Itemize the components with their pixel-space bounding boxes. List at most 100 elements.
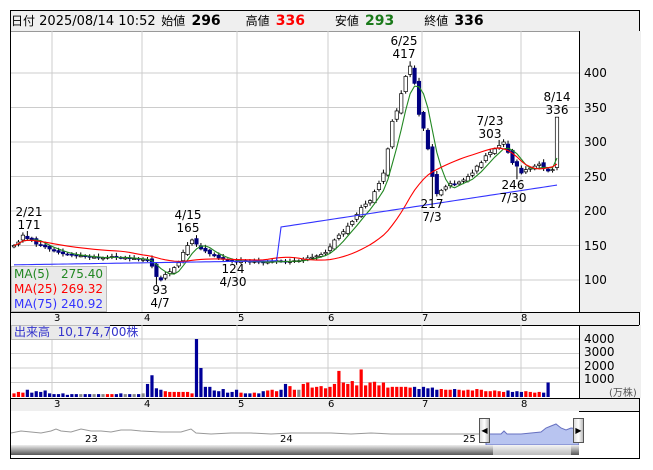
ma5-value: 275.40 bbox=[61, 267, 103, 281]
candle-body bbox=[163, 274, 168, 279]
volume-bar bbox=[417, 389, 421, 397]
volume-bar bbox=[283, 383, 288, 397]
candle-body bbox=[310, 256, 315, 259]
navigator-right-handle[interactable]: ▶ bbox=[573, 418, 584, 443]
candle-body bbox=[470, 172, 475, 176]
volume-bar bbox=[444, 389, 448, 397]
candle-body bbox=[141, 258, 146, 261]
volume-bar bbox=[515, 391, 519, 397]
candle-body bbox=[172, 267, 177, 274]
candle-body bbox=[327, 246, 333, 251]
volume-bar bbox=[412, 386, 417, 397]
candle-body bbox=[381, 172, 386, 182]
volume-bar bbox=[159, 389, 163, 397]
volume-bar bbox=[92, 394, 96, 397]
candle-body bbox=[212, 254, 217, 257]
volume-bar bbox=[355, 385, 359, 397]
candle-body bbox=[372, 191, 377, 204]
volume-bar bbox=[39, 391, 43, 397]
candle-body bbox=[11, 245, 17, 248]
volume-bar bbox=[310, 387, 314, 397]
volume-bar bbox=[533, 392, 537, 397]
candle-body bbox=[341, 231, 346, 235]
volume-bar bbox=[163, 391, 167, 397]
stock-chart-window: 日付 2025/08/14 10:52 始値 296 高値 336 安値 293… bbox=[0, 0, 653, 470]
volume-bar bbox=[110, 394, 114, 397]
volume-bar bbox=[172, 391, 176, 397]
annotation-6-25: 6/25 417 bbox=[384, 35, 424, 61]
volume-bar bbox=[506, 390, 510, 397]
volume-bar bbox=[257, 393, 261, 397]
candle-body bbox=[216, 254, 221, 259]
volume-bar bbox=[274, 391, 279, 397]
volume-bar bbox=[185, 391, 190, 397]
volume-bar bbox=[479, 389, 483, 397]
candle-body bbox=[176, 262, 181, 267]
volume-bar bbox=[395, 386, 399, 397]
range-navigator[interactable]: 23 24 25 bbox=[11, 411, 579, 445]
candle-body bbox=[394, 110, 399, 120]
candle-body bbox=[483, 155, 488, 161]
ma75-name: MA(75) bbox=[14, 297, 58, 311]
candle-body bbox=[207, 249, 212, 255]
candle-body bbox=[514, 161, 519, 167]
volume-bar bbox=[239, 392, 243, 397]
candle-body bbox=[385, 148, 390, 176]
volume-bar bbox=[301, 383, 305, 397]
volume-bar bbox=[137, 394, 141, 397]
volume-bar bbox=[426, 388, 430, 397]
navigator-left-handle[interactable]: ◀ bbox=[479, 418, 490, 443]
candle-body bbox=[408, 65, 413, 75]
candle-body bbox=[332, 239, 337, 250]
candle-body bbox=[403, 76, 408, 92]
volume-bar bbox=[70, 394, 74, 397]
candle-body bbox=[523, 169, 528, 173]
candle-body bbox=[20, 234, 25, 241]
volume-bar bbox=[199, 368, 203, 397]
candle-body bbox=[323, 252, 328, 255]
volume-bar bbox=[519, 391, 523, 397]
volume-bar bbox=[501, 391, 506, 397]
volume-bar bbox=[399, 386, 403, 397]
volume-bar bbox=[315, 386, 319, 397]
volume-bar bbox=[12, 393, 16, 397]
volume-bar bbox=[408, 387, 412, 397]
candle-body bbox=[461, 179, 466, 182]
volume-legend: 出来高 10,174,700株 bbox=[11, 325, 138, 340]
volume-bar bbox=[430, 387, 434, 397]
volume-bar bbox=[79, 394, 83, 397]
annotation-price: 171 bbox=[17, 218, 41, 232]
volume-bar bbox=[270, 389, 274, 397]
candle-body bbox=[390, 120, 395, 148]
volume-bar bbox=[226, 392, 230, 397]
candle-body bbox=[38, 244, 43, 246]
volume-bar bbox=[123, 394, 127, 397]
volume-bar bbox=[243, 393, 248, 397]
candle-body bbox=[479, 162, 484, 168]
volume-bar bbox=[119, 393, 123, 397]
ma25-value: 269.32 bbox=[61, 282, 103, 296]
navigator-year-label: 25 bbox=[463, 434, 476, 445]
volume-bar bbox=[488, 391, 492, 397]
candle-body bbox=[492, 148, 497, 154]
volume-bar bbox=[475, 389, 479, 397]
candle-body bbox=[537, 163, 542, 166]
candle-body bbox=[78, 255, 83, 258]
volume-bar bbox=[292, 389, 297, 397]
volume-bar bbox=[435, 389, 439, 397]
volume-bar bbox=[114, 394, 118, 397]
volume-bar bbox=[128, 394, 132, 397]
chart-plot bbox=[11, 31, 579, 398]
volume-bar bbox=[105, 394, 110, 397]
candle-body bbox=[189, 239, 195, 245]
candle-body bbox=[350, 221, 355, 225]
volume-bar bbox=[101, 394, 105, 397]
volume-label: 出来高 bbox=[14, 325, 51, 339]
annotation-4-30: 124 4/30 bbox=[213, 263, 253, 289]
candle-body bbox=[488, 152, 493, 156]
volume-bar bbox=[252, 392, 256, 397]
volume-bar bbox=[453, 389, 457, 397]
volume-bar bbox=[470, 390, 475, 397]
volume-bar bbox=[359, 369, 363, 397]
scrollbar-thumb[interactable] bbox=[493, 445, 571, 455]
